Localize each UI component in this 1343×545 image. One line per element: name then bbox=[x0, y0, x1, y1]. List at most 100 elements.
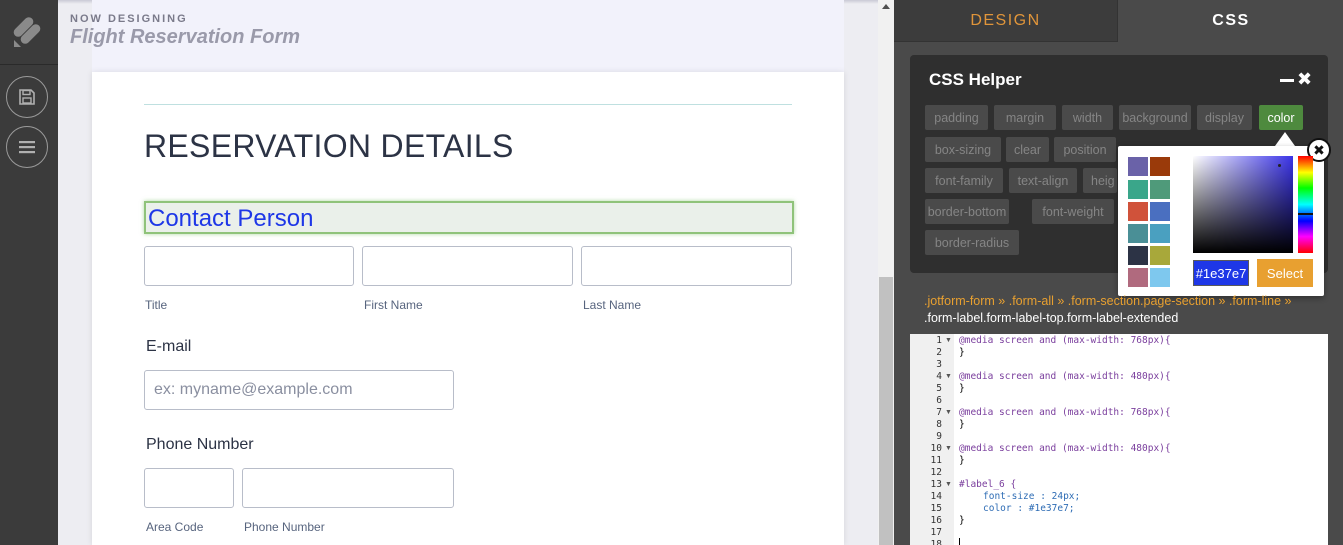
line-number: 12 bbox=[930, 467, 942, 478]
line-number: 4 bbox=[936, 371, 942, 382]
color-swatch[interactable] bbox=[1150, 246, 1170, 265]
css-prop-color[interactable]: color bbox=[1259, 105, 1303, 130]
code-line: @media screen and (max-width: 480px){ bbox=[959, 443, 1171, 454]
fold-arrow-icon[interactable]: ▼ bbox=[945, 373, 952, 380]
code-line: @media screen and (max-width: 768px){ bbox=[959, 407, 1171, 418]
line-number: 3 bbox=[936, 359, 942, 370]
now-designing-label: NOW DESIGNING bbox=[70, 13, 188, 25]
selector-breadcrumb[interactable]: .jotform-form » .form-all » .form-sectio… bbox=[924, 291, 1324, 312]
code-line: } bbox=[959, 515, 965, 526]
hue-slider[interactable] bbox=[1298, 156, 1313, 253]
sidebar-divider bbox=[0, 64, 58, 65]
form-name-title[interactable]: Flight Reservation Form bbox=[70, 26, 300, 49]
saturation-value-picker[interactable] bbox=[1193, 156, 1293, 253]
css-prop-display[interactable]: display bbox=[1197, 105, 1252, 130]
css-prop-box-sizing[interactable]: box-sizing bbox=[925, 137, 1001, 162]
color-swatch[interactable] bbox=[1128, 202, 1148, 221]
tab-css[interactable]: CSS bbox=[1119, 0, 1343, 42]
line-number: 8 bbox=[936, 419, 942, 430]
phone-number-label: Phone Number bbox=[146, 436, 254, 453]
section-title[interactable]: RESERVATION DETAILS bbox=[144, 128, 514, 165]
color-swatch[interactable] bbox=[1150, 268, 1170, 287]
tab-design[interactable]: DESIGN bbox=[894, 0, 1118, 42]
email-label: E-mail bbox=[146, 338, 192, 355]
css-code-editor[interactable]: 1 2 3 4 5 6 7 8 9 10 11 12 13 14 15 16 1… bbox=[910, 334, 1328, 545]
line-number: 18 bbox=[930, 539, 942, 545]
select-color-button[interactable]: Select bbox=[1257, 259, 1313, 287]
css-helper-title: CSS Helper bbox=[929, 70, 1022, 89]
title-sublabel: Title bbox=[145, 298, 168, 312]
line-number: 16 bbox=[930, 515, 942, 526]
line-number: 15 bbox=[930, 503, 942, 514]
hex-color-input[interactable]: #1e37e7 bbox=[1193, 260, 1249, 286]
color-swatch[interactable] bbox=[1128, 246, 1148, 265]
text-cursor bbox=[959, 538, 960, 545]
contact-person-label-selected[interactable]: Contact Person bbox=[144, 201, 794, 234]
css-prop-width[interactable]: width bbox=[1062, 105, 1113, 130]
css-prop-text-align[interactable]: text-align bbox=[1009, 168, 1077, 193]
css-prop-background[interactable]: background bbox=[1119, 105, 1191, 130]
code-line: #label_6 { bbox=[959, 479, 1017, 490]
fold-arrow-icon[interactable]: ▼ bbox=[945, 481, 952, 488]
code-line: color : #1e37e7; bbox=[983, 503, 1075, 514]
color-cursor[interactable] bbox=[1278, 164, 1281, 167]
line-number: 14 bbox=[930, 491, 942, 502]
css-prop-margin[interactable]: margin bbox=[994, 105, 1056, 130]
line-number: 9 bbox=[936, 431, 942, 442]
color-swatch[interactable] bbox=[1150, 157, 1170, 176]
line-number: 7 bbox=[936, 407, 942, 418]
email-input[interactable]: ex: myname@example.com bbox=[144, 370, 454, 410]
color-swatch[interactable] bbox=[1128, 157, 1148, 176]
last-name-input[interactable] bbox=[581, 246, 792, 286]
code-line: } bbox=[959, 383, 965, 394]
line-number: 6 bbox=[936, 395, 942, 406]
css-prop-border-radius[interactable]: border-radius bbox=[925, 230, 1019, 255]
color-swatch[interactable] bbox=[1150, 202, 1170, 221]
color-picker-pointer bbox=[1275, 132, 1295, 146]
form-canvas: NOW DESIGNING Flight Reservation Form RE… bbox=[58, 0, 878, 545]
code-line: } bbox=[959, 347, 965, 358]
line-number: 2 bbox=[936, 347, 942, 358]
save-button[interactable] bbox=[6, 76, 48, 118]
phone-number-sublabel: Phone Number bbox=[244, 520, 325, 534]
code-line: } bbox=[959, 455, 965, 466]
css-prop-clear[interactable]: clear bbox=[1006, 137, 1049, 162]
left-sidebar bbox=[0, 0, 58, 545]
fold-arrow-icon[interactable]: ▼ bbox=[945, 409, 952, 416]
scroll-up-arrow-icon[interactable] bbox=[882, 4, 890, 9]
hue-slider-handle[interactable] bbox=[1298, 213, 1313, 215]
color-swatch[interactable] bbox=[1128, 180, 1148, 199]
scrollbar-thumb[interactable] bbox=[879, 277, 893, 545]
line-number: 11 bbox=[930, 455, 942, 466]
close-icon[interactable]: ✖ bbox=[1297, 69, 1312, 89]
line-number: 1 bbox=[936, 335, 942, 346]
css-prop-font-family[interactable]: font-family bbox=[925, 168, 1003, 193]
css-prop-position[interactable]: position bbox=[1054, 137, 1116, 162]
color-swatch[interactable] bbox=[1150, 180, 1170, 199]
code-line: } bbox=[959, 419, 965, 430]
color-swatch[interactable] bbox=[1150, 224, 1170, 243]
fold-arrow-icon[interactable]: ▼ bbox=[945, 337, 952, 344]
color-swatch[interactable] bbox=[1128, 268, 1148, 287]
selector-breadcrumb-tail[interactable]: .form-label.form-label-top.form-label-ex… bbox=[924, 311, 1178, 325]
area-code-input[interactable] bbox=[144, 468, 234, 508]
contact-person-label[interactable]: Contact Person bbox=[148, 205, 313, 233]
jotform-logo-icon[interactable] bbox=[10, 14, 44, 48]
fold-arrow-icon[interactable]: ▼ bbox=[945, 445, 952, 452]
area-code-sublabel: Area Code bbox=[146, 520, 204, 534]
minimize-icon[interactable] bbox=[1280, 79, 1294, 82]
hamburger-menu-icon bbox=[19, 141, 35, 154]
last-name-sublabel: Last Name bbox=[583, 298, 642, 312]
line-number: 13 bbox=[930, 479, 942, 490]
menu-button[interactable] bbox=[6, 126, 48, 168]
css-prop-font-weight[interactable]: font-weight bbox=[1032, 199, 1114, 224]
phone-number-input[interactable] bbox=[242, 468, 454, 508]
code-line: font-size : 24px; bbox=[983, 491, 1081, 502]
css-prop-border-bottom[interactable]: border-bottom bbox=[925, 199, 1009, 224]
color-swatch[interactable] bbox=[1128, 224, 1148, 243]
title-input[interactable] bbox=[144, 246, 354, 286]
first-name-sublabel: First Name bbox=[364, 298, 423, 312]
css-prop-height[interactable]: heig bbox=[1083, 168, 1117, 193]
first-name-input[interactable] bbox=[362, 246, 573, 286]
css-prop-padding[interactable]: padding bbox=[925, 105, 988, 130]
